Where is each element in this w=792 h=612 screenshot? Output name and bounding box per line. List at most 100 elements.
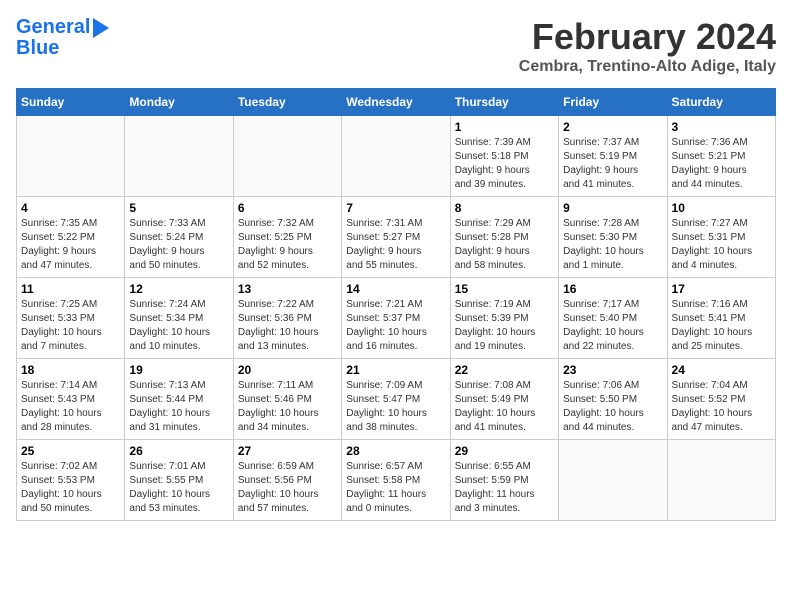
day-info: Sunrise: 7:31 AMSunset: 5:27 PMDaylight:… — [346, 217, 445, 273]
day-number: 20 — [238, 363, 337, 377]
header-wednesday: Wednesday — [342, 89, 450, 116]
day-info: Sunrise: 7:04 AMSunset: 5:52 PMDaylight:… — [672, 379, 771, 435]
day-number: 26 — [129, 444, 228, 458]
day-info: Sunrise: 7:09 AMSunset: 5:47 PMDaylight:… — [346, 379, 445, 435]
calendar-header-row: SundayMondayTuesdayWednesdayThursdayFrid… — [17, 89, 776, 116]
day-info: Sunrise: 7:22 AMSunset: 5:36 PMDaylight:… — [238, 298, 337, 354]
header-tuesday: Tuesday — [233, 89, 341, 116]
calendar-cell: 17Sunrise: 7:16 AMSunset: 5:41 PMDayligh… — [667, 278, 775, 359]
calendar-cell: 8Sunrise: 7:29 AMSunset: 5:28 PMDaylight… — [450, 197, 558, 278]
calendar-cell: 21 Sunrise: 7:09 AMSunset: 5:47 PMDayligh… — [342, 359, 450, 440]
calendar-cell: 6 Sunrise: 7:32 AMSunset: 5:25 PMDaylight… — [233, 197, 341, 278]
calendar-cell: 4Sunrise: 7:35 AMSunset: 5:22 PMDaylight… — [17, 197, 125, 278]
calendar-cell: 11 Sunrise: 7:25 AMSunset: 5:33 PMDayligh… — [17, 278, 125, 359]
day-number: 16 — [563, 282, 662, 296]
day-number: 15 — [455, 282, 554, 296]
day-number: 13 — [238, 282, 337, 296]
calendar-table: SundayMondayTuesdayWednesdayThursdayFrid… — [16, 88, 776, 521]
day-info: Sunrise: 7:27 AMSunset: 5:31 PMDaylight:… — [672, 217, 771, 273]
calendar-cell — [125, 116, 233, 197]
calendar-cell: 2Sunrise: 7:37 AMSunset: 5:19 PMDaylight… — [559, 116, 667, 197]
day-number: 4 — [21, 201, 120, 215]
day-number: 23 — [563, 363, 662, 377]
day-info: Sunrise: 7:17 AMSunset: 5:40 PMDaylight:… — [563, 298, 662, 354]
header-monday: Monday — [125, 89, 233, 116]
day-info: Sunrise: 6:59 AMSunset: 5:56 PMDaylight:… — [238, 460, 337, 516]
calendar-cell: 23 Sunrise: 7:06 AMSunset: 5:50 PMDayligh… — [559, 359, 667, 440]
title-area: February 2024 Cembra, Trentino-Alto Adig… — [519, 16, 776, 76]
day-info: Sunrise: 7:16 AMSunset: 5:41 PMDaylight:… — [672, 298, 771, 354]
day-info: Sunrise: 6:57 AMSunset: 5:58 PMDaylight:… — [346, 460, 445, 516]
day-info: Sunrise: 7:13 AMSunset: 5:44 PMDaylight:… — [129, 379, 228, 435]
day-number: 11 — [21, 282, 120, 296]
calendar-cell — [17, 116, 125, 197]
calendar-cell: 29 Sunrise: 6:55 AMSunset: 5:59 PMDayligh… — [450, 440, 558, 521]
logo: General Blue — [16, 16, 109, 58]
day-number: 22 — [455, 363, 554, 377]
day-number: 9 — [563, 201, 662, 215]
day-number: 5 — [129, 201, 228, 215]
day-number: 1 — [455, 120, 554, 134]
calendar-cell: 22 Sunrise: 7:08 AMSunset: 5:49 PMDayligh… — [450, 359, 558, 440]
calendar-week-row: 25 Sunrise: 7:02 AMSunset: 5:53 PMDayligh… — [17, 440, 776, 521]
calendar-cell — [233, 116, 341, 197]
calendar-cell: 13 Sunrise: 7:22 AMSunset: 5:36 PMDayligh… — [233, 278, 341, 359]
day-info: Sunrise: 7:14 AMSunset: 5:43 PMDaylight:… — [21, 379, 120, 435]
day-info: Sunrise: 7:33 AMSunset: 5:24 PMDaylight:… — [129, 217, 228, 273]
day-info: Sunrise: 7:25 AMSunset: 5:33 PMDaylight:… — [21, 298, 120, 354]
day-number: 3 — [672, 120, 771, 134]
calendar-cell: 5 Sunrise: 7:33 AMSunset: 5:24 PMDaylight… — [125, 197, 233, 278]
day-info: Sunrise: 7:06 AMSunset: 5:50 PMDaylight:… — [563, 379, 662, 435]
day-number: 18 — [21, 363, 120, 377]
calendar-cell: 16 Sunrise: 7:17 AMSunset: 5:40 PMDayligh… — [559, 278, 667, 359]
page-subtitle: Cembra, Trentino-Alto Adige, Italy — [519, 58, 776, 76]
day-info: Sunrise: 7:29 AMSunset: 5:28 PMDaylight:… — [455, 217, 554, 273]
day-number: 10 — [672, 201, 771, 215]
header-friday: Friday — [559, 89, 667, 116]
day-number: 2 — [563, 120, 662, 134]
day-number: 19 — [129, 363, 228, 377]
page-title: February 2024 — [519, 16, 776, 58]
calendar-cell — [559, 440, 667, 521]
logo-blue: Blue — [16, 38, 59, 58]
calendar-cell: 27 Sunrise: 6:59 AMSunset: 5:56 PMDayligh… — [233, 440, 341, 521]
calendar-cell: 19 Sunrise: 7:13 AMSunset: 5:44 PMDayligh… — [125, 359, 233, 440]
calendar-week-row: 1Sunrise: 7:39 AMSunset: 5:18 PMDaylight… — [17, 116, 776, 197]
calendar-cell — [342, 116, 450, 197]
calendar-cell: 15 Sunrise: 7:19 AMSunset: 5:39 PMDayligh… — [450, 278, 558, 359]
calendar-cell: 3 Sunrise: 7:36 AMSunset: 5:21 PMDaylight… — [667, 116, 775, 197]
day-number: 28 — [346, 444, 445, 458]
day-info: Sunrise: 7:32 AMSunset: 5:25 PMDaylight:… — [238, 217, 337, 273]
day-info: Sunrise: 7:01 AMSunset: 5:55 PMDaylight:… — [129, 460, 228, 516]
day-number: 12 — [129, 282, 228, 296]
logo-arrow-icon — [93, 18, 109, 38]
day-info: Sunrise: 7:19 AMSunset: 5:39 PMDaylight:… — [455, 298, 554, 354]
day-info: Sunrise: 7:21 AMSunset: 5:37 PMDaylight:… — [346, 298, 445, 354]
logo-general: General — [16, 16, 90, 38]
calendar-week-row: 11 Sunrise: 7:25 AMSunset: 5:33 PMDayligh… — [17, 278, 776, 359]
day-number: 29 — [455, 444, 554, 458]
calendar-cell: 20 Sunrise: 7:11 AMSunset: 5:46 PMDayligh… — [233, 359, 341, 440]
day-number: 27 — [238, 444, 337, 458]
day-info: Sunrise: 7:36 AMSunset: 5:21 PMDaylight:… — [672, 136, 771, 192]
day-number: 24 — [672, 363, 771, 377]
day-info: Sunrise: 7:08 AMSunset: 5:49 PMDaylight:… — [455, 379, 554, 435]
day-number: 6 — [238, 201, 337, 215]
day-info: Sunrise: 6:55 AMSunset: 5:59 PMDaylight:… — [455, 460, 554, 516]
calendar-cell: 26 Sunrise: 7:01 AMSunset: 5:55 PMDayligh… — [125, 440, 233, 521]
day-info: Sunrise: 7:11 AMSunset: 5:46 PMDaylight:… — [238, 379, 337, 435]
calendar-cell: 1Sunrise: 7:39 AMSunset: 5:18 PMDaylight… — [450, 116, 558, 197]
day-number: 21 — [346, 363, 445, 377]
header-thursday: Thursday — [450, 89, 558, 116]
day-info: Sunrise: 7:02 AMSunset: 5:53 PMDaylight:… — [21, 460, 120, 516]
calendar-cell: 10 Sunrise: 7:27 AMSunset: 5:31 PMDayligh… — [667, 197, 775, 278]
day-number: 7 — [346, 201, 445, 215]
page-header: General Blue February 2024 Cembra, Trent… — [16, 16, 776, 76]
calendar-cell: 28 Sunrise: 6:57 AMSunset: 5:58 PMDayligh… — [342, 440, 450, 521]
day-number: 25 — [21, 444, 120, 458]
day-number: 14 — [346, 282, 445, 296]
calendar-cell — [667, 440, 775, 521]
calendar-cell: 24 Sunrise: 7:04 AMSunset: 5:52 PMDayligh… — [667, 359, 775, 440]
day-info: Sunrise: 7:28 AMSunset: 5:30 PMDaylight:… — [563, 217, 662, 273]
calendar-cell: 18 Sunrise: 7:14 AMSunset: 5:43 PMDayligh… — [17, 359, 125, 440]
